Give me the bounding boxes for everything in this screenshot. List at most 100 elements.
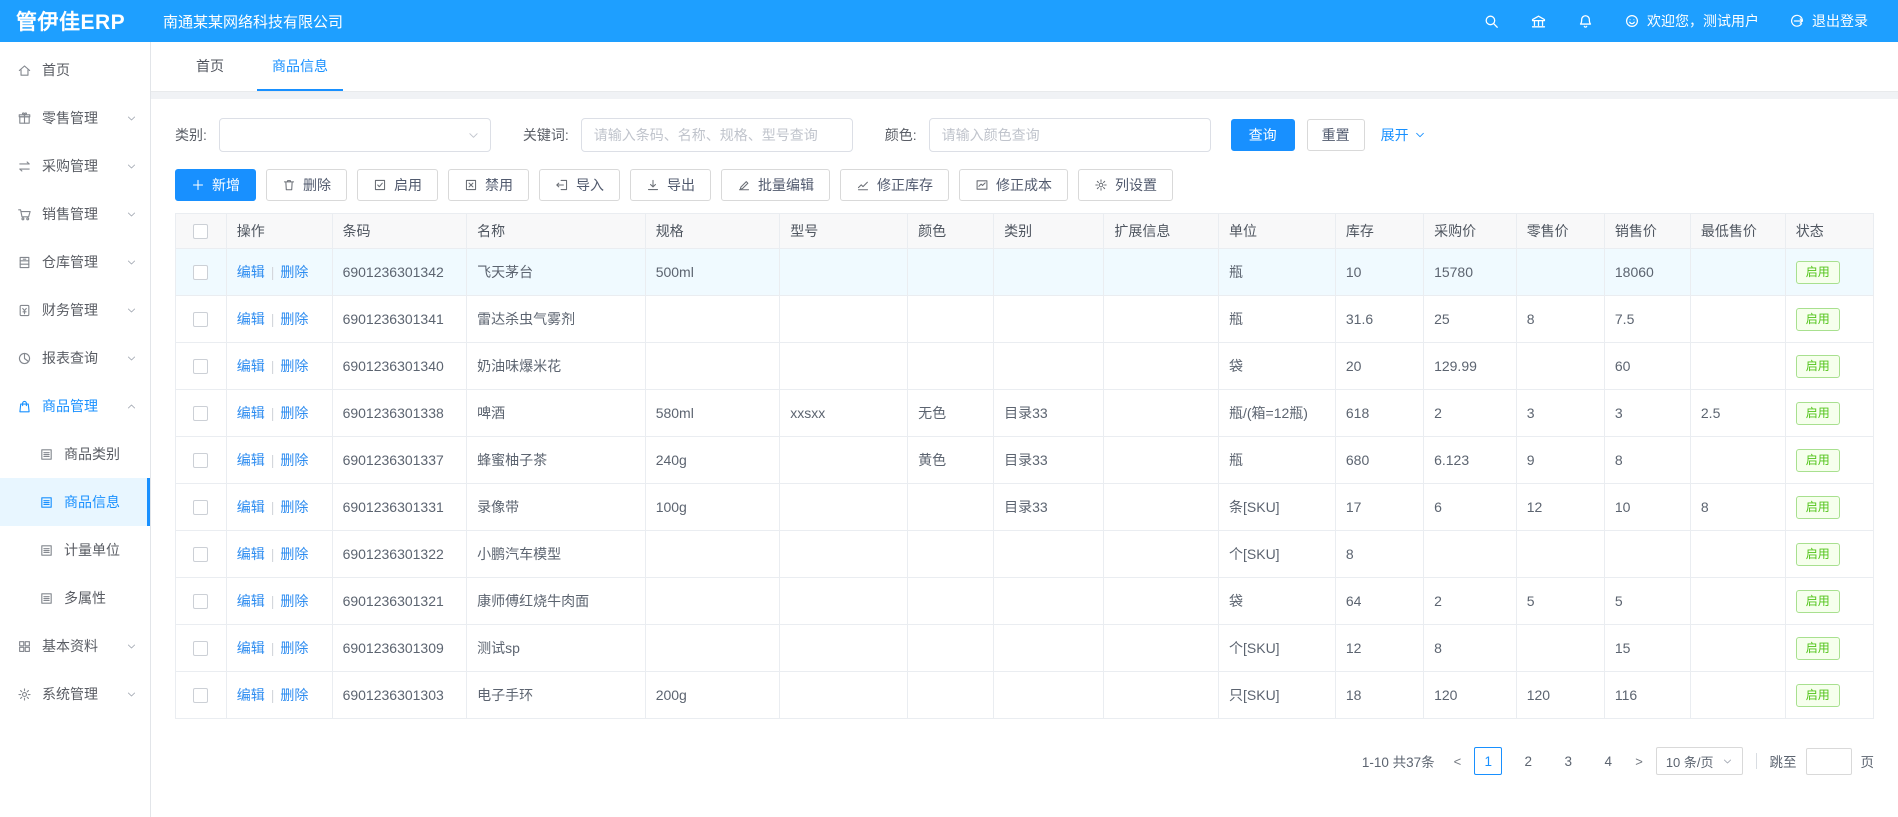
delete-link[interactable]: 删除 bbox=[280, 546, 308, 562]
row-checkbox[interactable] bbox=[193, 453, 208, 468]
toolbar-button[interactable]: 批量编辑 bbox=[721, 169, 830, 201]
delete-link[interactable]: 删除 bbox=[280, 687, 308, 703]
toolbar-button[interactable]: 启用 bbox=[357, 169, 438, 201]
edit-link[interactable]: 编辑 bbox=[237, 499, 265, 515]
grid-icon bbox=[17, 639, 32, 654]
delete-link[interactable]: 删除 bbox=[280, 311, 308, 327]
sidebar-item[interactable]: 销售管理 bbox=[0, 190, 150, 238]
page-number-button[interactable]: 3 bbox=[1554, 747, 1582, 775]
row-checkbox[interactable] bbox=[193, 406, 208, 421]
row-checkbox[interactable] bbox=[193, 265, 208, 280]
tab[interactable]: 商品信息 bbox=[257, 42, 343, 91]
sidebar-item[interactable]: 商品类别 bbox=[0, 430, 150, 478]
status-cell: 启用 bbox=[1785, 296, 1873, 343]
status-cell: 启用 bbox=[1785, 578, 1873, 625]
search-button[interactable]: 查询 bbox=[1231, 119, 1295, 151]
delete-link[interactable]: 删除 bbox=[280, 499, 308, 515]
search-icon[interactable] bbox=[1483, 13, 1500, 30]
edit-link[interactable]: 编辑 bbox=[237, 311, 265, 327]
user-menu[interactable]: 欢迎您，测试用户 bbox=[1624, 11, 1759, 31]
welcome-text: 欢迎您，测试用户 bbox=[1647, 11, 1759, 31]
delete-link[interactable]: 删除 bbox=[280, 452, 308, 468]
sidebar-item[interactable]: 财务管理 bbox=[0, 286, 150, 334]
edit-link[interactable]: 编辑 bbox=[237, 358, 265, 374]
plus-icon bbox=[191, 178, 205, 192]
row-checkbox[interactable] bbox=[193, 547, 208, 562]
bank-icon[interactable] bbox=[1530, 13, 1547, 30]
edit-link[interactable]: 编辑 bbox=[237, 687, 265, 703]
logout-button[interactable]: 退出登录 bbox=[1789, 11, 1868, 31]
row-checkbox[interactable] bbox=[193, 500, 208, 515]
toolbar-button[interactable]: 禁用 bbox=[448, 169, 529, 201]
page-size-select[interactable]: 10 条/页 bbox=[1656, 747, 1743, 775]
select-all-checkbox[interactable] bbox=[193, 224, 208, 239]
sidebar-item[interactable]: 系统管理 bbox=[0, 670, 150, 718]
toolbar-button[interactable]: 新增 bbox=[175, 169, 256, 201]
jump-label: 跳至 bbox=[1770, 751, 1797, 771]
sidebar-item[interactable]: 商品管理 bbox=[0, 382, 150, 430]
sidebar-item[interactable]: 仓库管理 bbox=[0, 238, 150, 286]
stock-cell: 17 bbox=[1335, 484, 1423, 531]
bell-icon[interactable] bbox=[1577, 13, 1594, 30]
jump-page-input[interactable] bbox=[1806, 748, 1852, 775]
tab[interactable]: 首页 bbox=[181, 42, 239, 91]
stock-cell: 20 bbox=[1335, 343, 1423, 390]
page-number-button[interactable]: 2 bbox=[1514, 747, 1542, 775]
toolbar-button[interactable]: 列设置 bbox=[1078, 169, 1173, 201]
actions-cell: 编辑|删除 bbox=[226, 484, 332, 531]
toolbar-button[interactable]: 导出 bbox=[630, 169, 711, 201]
sidebar-item[interactable]: 零售管理 bbox=[0, 94, 150, 142]
toolbar-button[interactable]: 导入 bbox=[539, 169, 620, 201]
edit-link[interactable]: 编辑 bbox=[237, 405, 265, 421]
actions-cell: 编辑|删除 bbox=[226, 390, 332, 437]
column-header: 扩展信息 bbox=[1104, 214, 1219, 249]
delete-link[interactable]: 删除 bbox=[280, 264, 308, 280]
sidebar-item[interactable]: 首页 bbox=[0, 46, 150, 94]
edit-link[interactable]: 编辑 bbox=[237, 264, 265, 280]
edit-link[interactable]: 编辑 bbox=[237, 640, 265, 656]
chevron-down-icon bbox=[126, 641, 137, 652]
toolbar-button[interactable]: 修正成本 bbox=[959, 169, 1068, 201]
row-checkbox[interactable] bbox=[193, 312, 208, 327]
edit-link[interactable]: 编辑 bbox=[237, 593, 265, 609]
chevron-down-icon bbox=[126, 689, 137, 700]
page-number-button[interactable]: 4 bbox=[1594, 747, 1622, 775]
sidebar-item[interactable]: 报表查询 bbox=[0, 334, 150, 382]
sale-price-cell: 5 bbox=[1604, 578, 1690, 625]
delete-link[interactable]: 删除 bbox=[280, 593, 308, 609]
page-number-button[interactable]: 1 bbox=[1474, 747, 1502, 775]
edit-link[interactable]: 编辑 bbox=[237, 546, 265, 562]
sidebar-item[interactable]: 商品信息 bbox=[0, 478, 150, 526]
delete-link[interactable]: 删除 bbox=[280, 640, 308, 656]
edit-link[interactable]: 编辑 bbox=[237, 452, 265, 468]
name-cell: 小鹏汽车模型 bbox=[467, 531, 646, 578]
sidebar-item[interactable]: 基本资料 bbox=[0, 622, 150, 670]
delete-link[interactable]: 删除 bbox=[280, 358, 308, 374]
sidebar-item[interactable]: 计量单位 bbox=[0, 526, 150, 574]
next-page-button[interactable]: > bbox=[1631, 754, 1647, 769]
sidebar-item-label: 财务管理 bbox=[42, 300, 98, 320]
model-cell: xxsxx bbox=[780, 390, 908, 437]
row-checkbox[interactable] bbox=[193, 641, 208, 656]
sidebar-item[interactable]: 多属性 bbox=[0, 574, 150, 622]
row-checkbox[interactable] bbox=[193, 688, 208, 703]
stock-cell: 31.6 bbox=[1335, 296, 1423, 343]
sidebar-item-label: 报表查询 bbox=[42, 348, 98, 368]
expand-link[interactable]: 展开 bbox=[1381, 125, 1426, 145]
toolbar: 新增 删除 启用 bbox=[175, 169, 1874, 201]
toolbar-button[interactable]: 删除 bbox=[266, 169, 347, 201]
row-checkbox[interactable] bbox=[193, 359, 208, 374]
reset-button[interactable]: 重置 bbox=[1307, 119, 1365, 151]
sidebar-item[interactable]: 采购管理 bbox=[0, 142, 150, 190]
toolbar-button[interactable]: 修正库存 bbox=[840, 169, 949, 201]
name-cell: 奶油味爆米花 bbox=[467, 343, 646, 390]
keyword-input[interactable] bbox=[581, 118, 853, 152]
category-select[interactable] bbox=[219, 118, 491, 152]
delete-link[interactable]: 删除 bbox=[280, 405, 308, 421]
color-input[interactable] bbox=[929, 118, 1211, 152]
row-checkbox[interactable] bbox=[193, 594, 208, 609]
prev-page-button[interactable]: < bbox=[1450, 754, 1466, 769]
name-cell: 康师傅红烧牛肉面 bbox=[467, 578, 646, 625]
sale-price-cell: 7.5 bbox=[1604, 296, 1690, 343]
column-header: 销售价 bbox=[1604, 214, 1690, 249]
